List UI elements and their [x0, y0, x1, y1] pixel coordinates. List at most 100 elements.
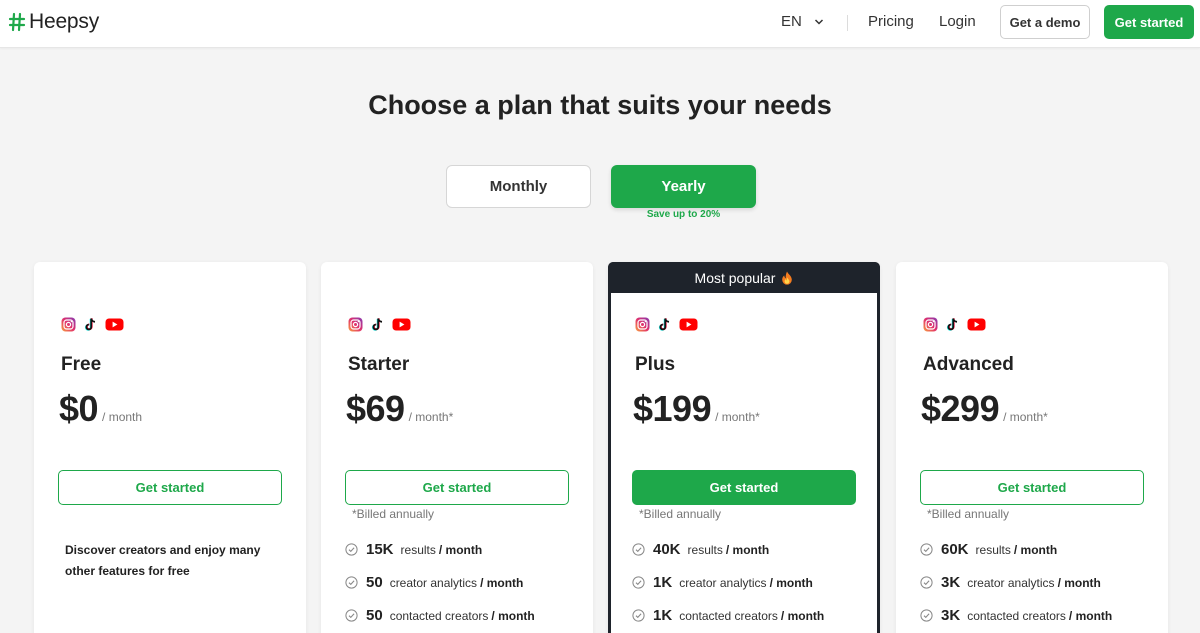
price-period: / month* — [408, 410, 454, 424]
hashtag-logo-icon — [8, 12, 26, 32]
feature-value: 50 — [366, 607, 383, 624]
plan-name: Plus — [635, 354, 676, 375]
feature-label: contacted creators — [679, 608, 778, 623]
platform-icons — [635, 317, 705, 332]
feature-label: results — [400, 542, 436, 557]
plan-card-free: Free $0 / month Get started Discover cre… — [34, 262, 306, 633]
feature-unit: / month — [1057, 575, 1101, 590]
top-nav: Heepsy EN Pricing Login Get a demo Get s… — [0, 0, 1200, 48]
instagram-icon — [635, 317, 650, 332]
feature-label: creator analytics — [967, 575, 1055, 590]
price-row: $0 / month — [59, 388, 142, 430]
tiktok-icon — [946, 318, 958, 331]
price-row: $69 / month* — [346, 388, 453, 430]
feature-unit: / month — [438, 542, 483, 557]
plan-card-advanced: Advanced $299 / month* Get started *Bill… — [896, 262, 1168, 633]
check-circle-icon — [345, 609, 358, 622]
feature-value: 1K — [653, 574, 673, 591]
plan-name: Free — [61, 354, 102, 375]
check-circle-icon — [345, 576, 358, 589]
instagram-icon — [61, 317, 76, 332]
check-circle-icon — [920, 543, 933, 556]
youtube-icon — [105, 318, 124, 331]
save-note: Save up to 20% — [646, 209, 721, 220]
plan-card-plus: Most popular Plus $199 / month* Get star… — [608, 262, 880, 633]
billing-toggle-monthly[interactable]: Monthly — [446, 165, 591, 208]
feature-results: 60K results / month — [920, 541, 1057, 558]
check-circle-icon — [920, 609, 933, 622]
feature-label: contacted creators — [967, 608, 1066, 623]
nav-login-link[interactable]: Login — [939, 13, 976, 30]
language-selector[interactable]: EN — [781, 13, 824, 30]
plan-price: $199 — [633, 388, 712, 429]
fire-icon — [782, 271, 793, 285]
price-row: $299 / month* — [921, 388, 1048, 430]
brand-name: Heepsy — [29, 10, 100, 33]
chevron-down-icon — [814, 18, 823, 25]
plan-price: $69 — [346, 388, 405, 429]
tiktok-icon — [658, 318, 670, 331]
most-popular-badge: Most popular — [608, 262, 880, 293]
feature-results: 40K results / month — [632, 541, 769, 558]
billed-note: *Billed annually — [352, 507, 435, 521]
feature-unit: / month — [769, 575, 813, 590]
check-circle-icon — [632, 576, 645, 589]
plan-name: Starter — [348, 354, 410, 375]
free-get-started-button[interactable]: Get started — [58, 470, 282, 505]
feature-unit: / month — [480, 575, 524, 590]
plus-get-started-button[interactable]: Get started — [632, 470, 856, 505]
feature-unit: / month — [491, 608, 535, 623]
feature-value: 60K — [941, 541, 969, 558]
feature-contacted-creators: 1K contacted creators / month — [632, 607, 824, 624]
tiktok-icon — [371, 318, 383, 331]
advanced-get-started-button[interactable]: Get started — [920, 470, 1144, 505]
youtube-icon — [679, 318, 698, 331]
feature-unit: / month — [1068, 608, 1113, 623]
feature-value: 40K — [653, 541, 681, 558]
feature-unit: / month — [780, 608, 825, 623]
instagram-icon — [923, 317, 938, 332]
starter-get-started-button[interactable]: Get started — [345, 470, 569, 505]
tiktok-icon — [84, 318, 96, 331]
platform-icons — [348, 317, 418, 332]
feature-value: 1K — [653, 607, 673, 624]
heepsy-logo[interactable]: Heepsy — [8, 9, 99, 35]
billed-note: *Billed annually — [639, 507, 722, 521]
plan-price: $0 — [59, 388, 99, 429]
feature-value: 50 — [366, 574, 383, 591]
feature-contacted-creators: 3K contacted creators / month — [920, 607, 1112, 624]
page-title: Choose a plan that suits your needs — [368, 90, 832, 120]
feature-label: contacted creators — [389, 608, 489, 623]
price-row: $199 / month* — [633, 388, 760, 430]
nav-get-started-button[interactable]: Get started — [1104, 5, 1194, 39]
nav-divider — [847, 15, 848, 31]
feature-label: results — [687, 542, 723, 557]
feature-value: 3K — [941, 607, 961, 624]
feature-creator-analytics: 3K creator analytics / month — [920, 574, 1101, 591]
plan-card-starter: Starter $69 / month* Get started *Billed… — [321, 262, 593, 633]
plan-name: Advanced — [923, 354, 1014, 375]
nav-pricing-link[interactable]: Pricing — [868, 13, 914, 30]
feature-unit: / month — [1013, 542, 1058, 557]
instagram-icon — [348, 317, 363, 332]
language-label: EN — [781, 13, 802, 30]
feature-value: 15K — [366, 541, 394, 558]
platform-icons — [923, 317, 993, 332]
feature-contacted-creators: 50 contacted creators / month — [345, 607, 535, 624]
feature-creator-analytics: 50 creator analytics / month — [345, 574, 523, 591]
feature-creator-analytics: 1K creator analytics / month — [632, 574, 813, 591]
get-demo-button[interactable]: Get a demo — [1000, 5, 1090, 39]
check-circle-icon — [345, 543, 358, 556]
price-period: / month* — [1003, 410, 1048, 424]
feature-results: 15K results / month — [345, 541, 482, 558]
feature-label: creator analytics — [679, 575, 767, 590]
billing-toggle-yearly[interactable]: Yearly — [611, 165, 756, 208]
check-circle-icon — [632, 543, 645, 556]
youtube-icon — [967, 318, 986, 331]
plan-description: Discover creators and enjoy many other f… — [65, 543, 261, 578]
billed-note: *Billed annually — [927, 507, 1010, 521]
feature-label: creator analytics — [389, 575, 478, 590]
check-circle-icon — [632, 609, 645, 622]
youtube-icon — [392, 318, 411, 331]
price-period: / month* — [715, 410, 760, 424]
